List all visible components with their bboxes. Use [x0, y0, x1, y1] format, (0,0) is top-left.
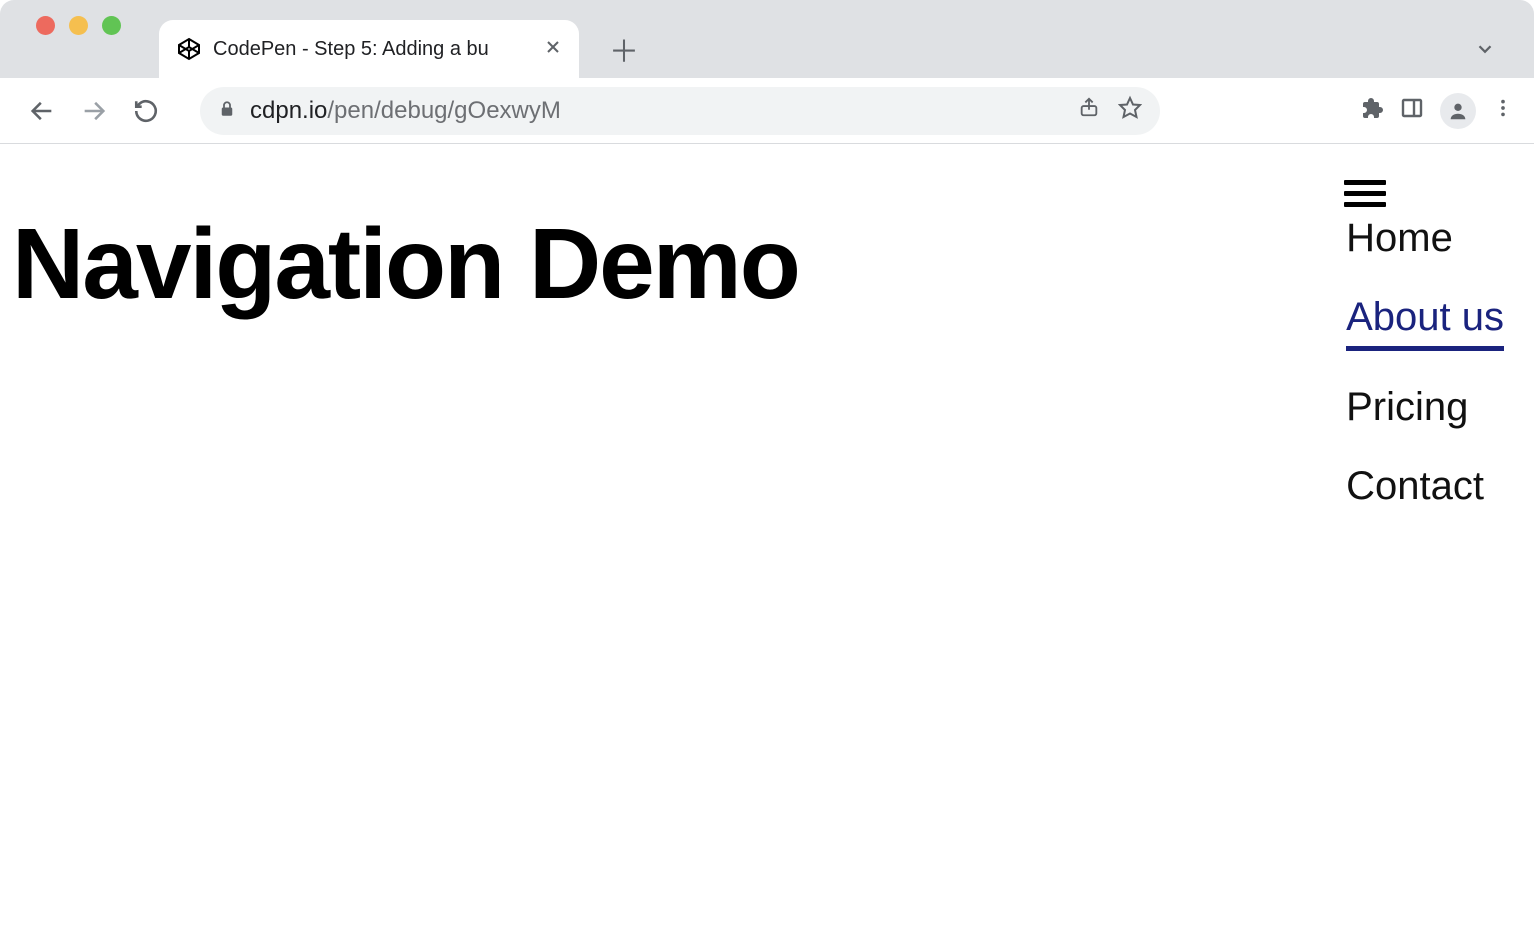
url-text: cdpn.io /pen/debug/gOexwyM: [250, 97, 561, 125]
extensions-icon[interactable]: [1360, 96, 1384, 125]
bookmark-star-icon[interactable]: [1118, 95, 1142, 126]
nav-item-home[interactable]: Home: [1346, 216, 1504, 261]
nav-link-contact[interactable]: Contact: [1346, 464, 1484, 509]
side-panel-icon[interactable]: [1400, 96, 1424, 125]
url-path: /pen/debug/gOexwyM: [327, 97, 560, 125]
tab-strip: CodePen - Step 5: Adding a bu ＋: [159, 0, 639, 78]
browser-chrome: CodePen - Step 5: Adding a bu ＋ c: [0, 0, 1534, 144]
window-zoom-button[interactable]: [102, 16, 121, 35]
tab-close-button[interactable]: [545, 39, 561, 60]
nav-link-pricing[interactable]: Pricing: [1346, 385, 1468, 430]
nav-link-home[interactable]: Home: [1346, 216, 1453, 261]
browser-toolbar: cdpn.io /pen/debug/gOexwyM: [0, 78, 1534, 144]
main-nav: Home About us Pricing Contact: [1346, 216, 1504, 509]
nav-item-contact[interactable]: Contact: [1346, 464, 1504, 509]
nav-item-about-us[interactable]: About us: [1346, 295, 1504, 351]
kebab-menu-icon[interactable]: [1492, 97, 1514, 124]
codepen-icon: [177, 37, 201, 61]
window-minimize-button[interactable]: [69, 16, 88, 35]
share-icon[interactable]: [1078, 96, 1100, 125]
tabs-dropdown-button[interactable]: [1474, 20, 1520, 78]
profile-avatar[interactable]: [1440, 93, 1476, 129]
new-tab-button[interactable]: ＋: [609, 20, 639, 78]
nav-link-about-us[interactable]: About us: [1346, 295, 1504, 351]
window-controls: [14, 0, 121, 78]
browser-tab-active[interactable]: CodePen - Step 5: Adding a bu: [159, 20, 579, 78]
nav-item-pricing[interactable]: Pricing: [1346, 385, 1504, 430]
browser-titlebar: CodePen - Step 5: Adding a bu ＋: [0, 0, 1534, 78]
address-bar[interactable]: cdpn.io /pen/debug/gOexwyM: [200, 87, 1160, 135]
lock-icon: [218, 97, 236, 125]
window-close-button[interactable]: [36, 16, 55, 35]
url-host: cdpn.io: [250, 97, 327, 125]
forward-button[interactable]: [72, 89, 116, 133]
webpage-viewport: Navigation Demo Home About us Pricing Co…: [0, 144, 1534, 950]
back-button[interactable]: [20, 89, 64, 133]
reload-button[interactable]: [124, 89, 168, 133]
hamburger-menu-button[interactable]: [1344, 174, 1386, 213]
tab-title: CodePen - Step 5: Adding a bu: [213, 38, 533, 61]
page-heading: Navigation Demo: [12, 212, 1522, 317]
